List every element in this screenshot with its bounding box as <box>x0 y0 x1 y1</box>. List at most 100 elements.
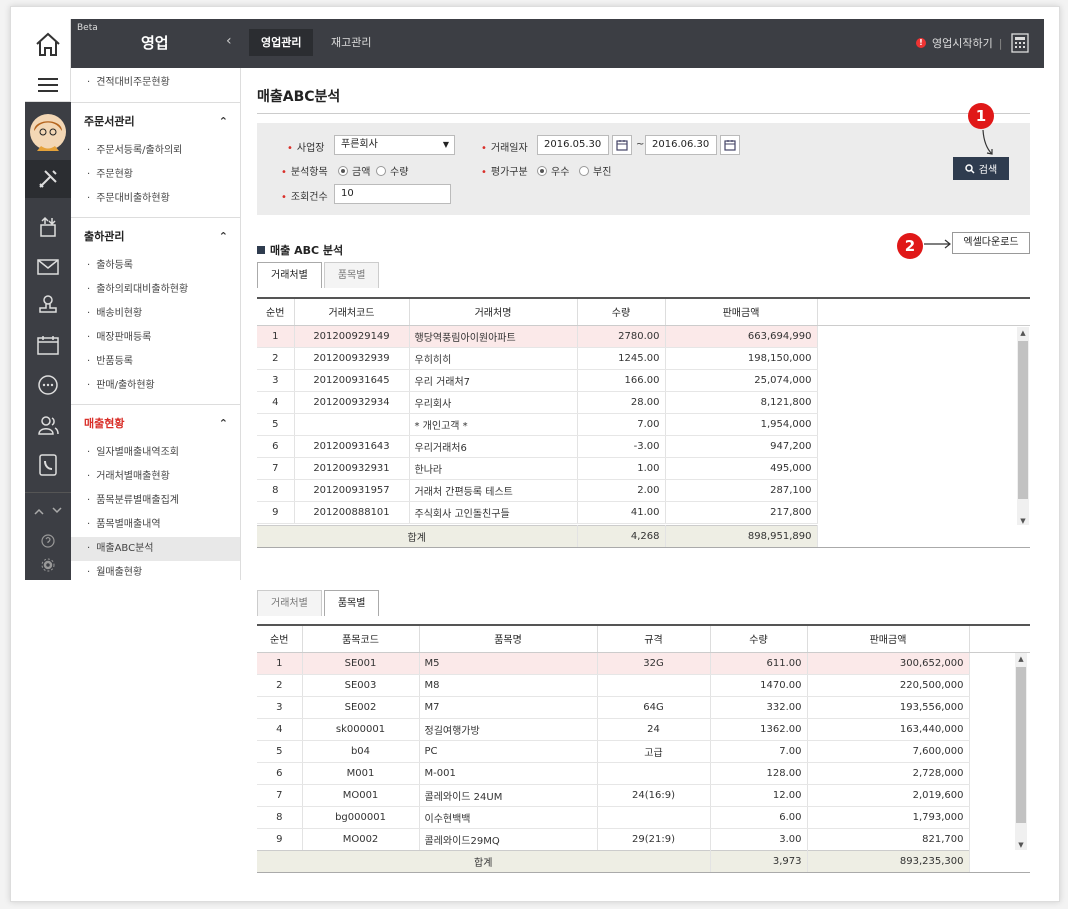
scroll-thumb[interactable] <box>1018 341 1028 499</box>
arrow-right-icon <box>924 239 951 249</box>
chevron-up-icon: ⌃ <box>218 230 228 243</box>
table-row[interactable]: 3 201200931645 우리 거래처7 166.00 25,074,000 <box>257 369 1030 392</box>
count-input[interactable]: 10 <box>334 184 451 204</box>
chat-nav[interactable] <box>25 366 71 404</box>
menu-item[interactable]: 품목별매출내역 <box>71 513 240 537</box>
menu-item[interactable]: 주문서등록/출하의뢰 <box>71 139 240 163</box>
tab-inventory-management[interactable]: 재고관리 <box>319 29 383 56</box>
menu-section-shipping[interactable]: 출하관리 ⌃ <box>71 217 240 254</box>
scrollbar[interactable]: ▲ ▼ <box>1015 653 1027 851</box>
approval-nav[interactable] <box>25 286 71 324</box>
scroll-up-icon[interactable]: ▲ <box>1017 327 1029 339</box>
date-from-picker[interactable] <box>612 135 632 155</box>
table-row[interactable]: 8 201200931957 거래처 간편등록 테스트 2.00 287,100 <box>257 479 1030 502</box>
table-cell: 7,600,000 <box>807 740 970 763</box>
table-row[interactable]: 5 * 개인고객 * 7.00 1,954,000 <box>257 413 1030 436</box>
menu-item-selected[interactable]: 매출ABC분석 <box>71 537 240 561</box>
menu-item[interactable]: 판매/출하현황 <box>71 374 240 398</box>
menu-item[interactable]: 거래처별매출현황 <box>71 465 240 489</box>
menu-item[interactable]: 일자별매출내역조회 <box>71 441 240 465</box>
date-from-input[interactable]: 2016.05.30 <box>537 135 609 155</box>
radio-quantity[interactable]: 수량 <box>376 163 408 178</box>
table-cell: 이수현백백 <box>419 806 598 829</box>
divider <box>257 547 1030 548</box>
menu-toggle[interactable] <box>25 68 71 102</box>
menu-item[interactable]: 매장판매등록 <box>71 326 240 350</box>
contacts-nav[interactable] <box>25 406 71 444</box>
table-cell <box>597 762 711 785</box>
scroll-up-icon[interactable]: ▲ <box>1015 653 1027 665</box>
search-button[interactable]: 검색 <box>953 157 1009 180</box>
table-cell: 201200932934 <box>294 391 410 414</box>
table-cell: 8 <box>257 806 303 829</box>
table-cell: 7.00 <box>710 740 808 763</box>
table-row[interactable]: 2 201200932939 우히히히 1245.00 198,150,000 <box>257 347 1030 370</box>
calculator-button[interactable] <box>1011 33 1029 56</box>
sidebar-menu: 견적대비주문현황 주문서관리 ⌃ 주문서등록/출하의뢰 주문현황 주문대비출하현황… <box>71 68 241 580</box>
tilde: ~ <box>636 139 645 150</box>
customer-table-total: 합계 4,268 898,951,890 <box>257 525 1030 548</box>
table-row[interactable]: 1 201200929149 행당역풍림아이원아파트 2780.00 663,694,9… <box>257 325 1030 348</box>
table-row[interactable]: 6 201200931643 우리거래처6 -3.00 947,200 <box>257 435 1030 458</box>
table-row[interactable]: 7 201200932931 한나라 1.00 495,000 <box>257 457 1030 480</box>
mail-nav[interactable] <box>25 248 71 286</box>
excel-download-button[interactable]: 엑셀다운로드 <box>952 232 1030 254</box>
help-nav[interactable] <box>25 528 71 554</box>
table-row[interactable]: 4 201200932934 우리회사 28.00 8,121,800 <box>257 391 1030 414</box>
tab-item[interactable]: 품목별 <box>323 590 380 616</box>
scrollbar[interactable]: ▲ ▼ <box>1017 327 1029 527</box>
site-select[interactable]: 푸른회사 ▼ <box>334 135 455 155</box>
total-amount: 898,951,890 <box>665 525 818 548</box>
date-to-input[interactable]: 2016.06.30 <box>645 135 717 155</box>
radio-excellent[interactable]: 우수 <box>537 163 569 178</box>
date-label: • 거래일자 <box>481 143 528 154</box>
menu-section-orders[interactable]: 주문서관리 ⌃ <box>71 102 240 139</box>
menu-item[interactable]: 출하의뢰대비출하현황 <box>71 278 240 302</box>
table-row[interactable]: 9 201200888101 주식회사 고인돌친구들 41.00 217,800 <box>257 501 1030 524</box>
table-row[interactable]: 4 sk000001 정길여행가방 24 1362.00 163,440,000 <box>257 718 1030 741</box>
table-row[interactable]: 2 SE003 M8 1470.00 220,500,000 <box>257 674 1030 697</box>
tab-customer[interactable]: 거래처별 <box>257 262 322 288</box>
menu-item[interactable]: 견적대비주문현황 <box>71 68 240 102</box>
table-row[interactable]: 9 MO002 콜레와이드29MQ 29(21:9) 3.00 821,700 <box>257 828 1030 851</box>
menu-item[interactable]: 주문현황 <box>71 163 240 187</box>
table-cell: M8 <box>419 674 598 697</box>
tab-customer[interactable]: 거래처별 <box>257 590 322 616</box>
table-row[interactable]: 8 bg000001 이수현백백 6.00 1,793,000 <box>257 806 1030 829</box>
scroll-nav[interactable] <box>25 492 71 528</box>
radio-amount[interactable]: 금액 <box>338 163 370 178</box>
table-cell: 12.00 <box>710 784 808 807</box>
calendar-nav[interactable] <box>25 326 71 364</box>
menu-item[interactable]: 월매출현황 <box>71 561 240 580</box>
scroll-thumb[interactable] <box>1016 667 1026 823</box>
table-cell: M7 <box>419 696 598 719</box>
table-cell: SE001 <box>302 652 420 675</box>
start-sales-link[interactable]: ! 영업시작하기 | <box>916 35 1002 51</box>
table-row[interactable]: 6 M001 M-001 128.00 2,728,000 <box>257 762 1030 785</box>
radio-poor[interactable]: 부진 <box>579 163 611 178</box>
inventory-nav[interactable] <box>25 208 71 246</box>
date-to-picker[interactable] <box>720 135 740 155</box>
table-row[interactable]: 3 SE002 M7 64G 332.00 193,556,000 <box>257 696 1030 719</box>
menu-item[interactable]: 배송비현황 <box>71 302 240 326</box>
table-row[interactable]: 7 MO001 콜레와이드 24UM 24(16:9) 12.00 2,019,600 <box>257 784 1030 807</box>
table-row[interactable]: 1 SE001 M5 32G 611.00 300,652,000 <box>257 652 1030 675</box>
sales-tools-nav[interactable] <box>25 160 71 198</box>
tab-item[interactable]: 품목별 <box>323 262 380 288</box>
table-cell: 거래처 간편등록 테스트 <box>409 479 578 502</box>
user-avatar[interactable] <box>25 110 71 154</box>
menu-item[interactable]: 주문대비출하현황 <box>71 187 240 211</box>
home-button[interactable] <box>25 19 71 68</box>
menu-item[interactable]: 반품등록 <box>71 350 240 374</box>
settings-nav[interactable] <box>25 552 71 578</box>
menu-item[interactable]: 출하등록 <box>71 254 240 278</box>
table-row[interactable]: 5 b04 PC 고급 7.00 7,600,000 <box>257 740 1030 763</box>
table-cell: 2.00 <box>577 479 666 502</box>
header-bar: Beta 영업 ‹ 영업관리 재고관리 ! 영업시작하기 | <box>71 19 1044 68</box>
menu-section-sales-status[interactable]: 매출현황 ⌃ <box>71 404 240 441</box>
tab-sales-management[interactable]: 영업관리 <box>249 29 314 56</box>
chevron-left-icon[interactable]: ‹ <box>226 33 232 49</box>
people-icon <box>38 416 59 435</box>
phonebook-nav[interactable] <box>25 446 71 484</box>
menu-item[interactable]: 품목분류별매출집계 <box>71 489 240 513</box>
